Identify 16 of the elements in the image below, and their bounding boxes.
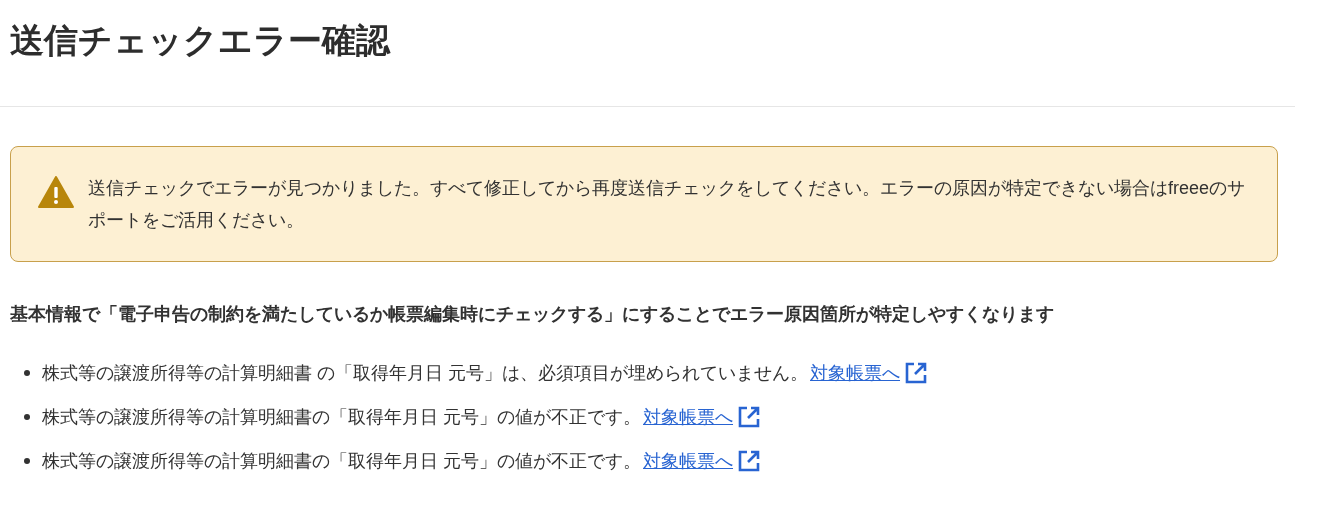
hint-text: 基本情報で「電子申告の制約を満たしているか帳票編集時にチェックする」にすることでエラー原因箇所が特定しやすくなります: [10, 303, 1054, 326]
bullet-icon: [24, 370, 30, 376]
error-message: 株式等の譲渡所得等の計算明細書の「取得年月日 元号」の値が不正です。: [42, 405, 641, 429]
form-link[interactable]: 対象帳票へ: [643, 447, 733, 475]
bullet-icon: [24, 414, 30, 420]
form-link[interactable]: 対象帳票へ: [810, 359, 900, 387]
form-link[interactable]: 対象帳票へ: [643, 403, 733, 431]
error-message: 株式等の譲渡所得等の計算明細書の「取得年月日 元号」の値が不正です。: [42, 449, 641, 473]
external-link-icon: [904, 361, 928, 385]
external-link-icon: [737, 449, 761, 473]
warning-icon: [38, 176, 74, 208]
bullet-icon: [24, 458, 30, 464]
alert-message: 送信チェックでエラーが見つかりました。すべて修正してから再度送信チェックをしてください。エラーの原因が特定できない場合はfreeeのサポートをご活用ください。: [88, 177, 1247, 232]
page-title: 送信チェックエラー確認: [9, 20, 390, 61]
error-message: 株式等の譲渡所得等の計算明細書 の「取得年月日 元号」は、必須項目が埋められていません。: [42, 361, 808, 385]
external-link-icon: [737, 405, 761, 429]
